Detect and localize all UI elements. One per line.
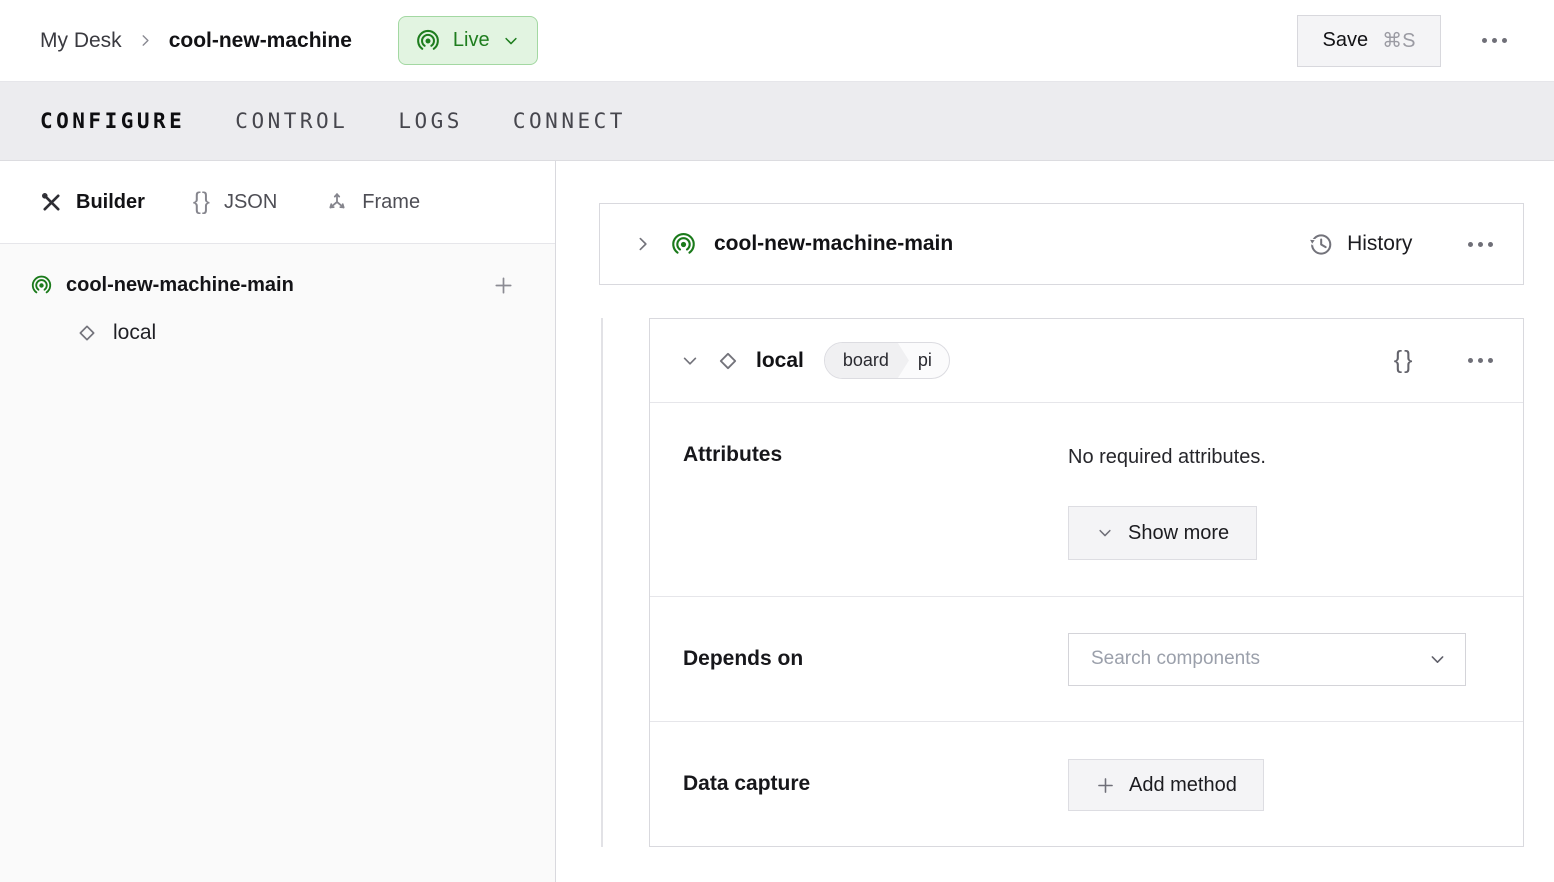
frame-axes-icon (325, 190, 349, 214)
broadcast-icon (30, 274, 53, 297)
tab-connect[interactable]: CONNECT (513, 109, 626, 133)
chevron-down-icon (502, 32, 520, 50)
machine-card-menu-icon[interactable] (1465, 242, 1496, 247)
expand-chevron-icon[interactable] (633, 234, 653, 254)
machine-status-dropdown[interactable]: Live (398, 16, 538, 65)
tree-root-label: cool-new-machine-main (66, 274, 294, 297)
configure-main-panel: cool-new-machine-main History (556, 161, 1554, 882)
data-capture-label: Data capture (683, 772, 1068, 796)
tree-connector-line (601, 318, 603, 847)
badge-model: pi (909, 343, 949, 378)
tab-control[interactable]: CONTROL (235, 109, 348, 133)
mode-json-label: JSON (224, 191, 277, 214)
chevron-down-icon (1096, 524, 1114, 542)
add-method-button[interactable]: Add method (1068, 759, 1264, 811)
mode-frame[interactable]: Frame (325, 190, 420, 214)
tree-item-machine-main[interactable]: cool-new-machine-main (30, 274, 515, 297)
add-method-label: Add method (1129, 774, 1237, 797)
configure-sidebar: Builder {} JSON Frame cool-new-machine-m… (0, 161, 556, 882)
broadcast-icon (415, 28, 441, 54)
component-title: local (756, 349, 804, 373)
diamond-icon (715, 348, 741, 374)
plus-icon (1095, 775, 1116, 796)
component-tree: cool-new-machine-main local (0, 244, 555, 345)
collapse-chevron-icon[interactable] (680, 351, 700, 371)
tree-child-label: local (113, 321, 156, 345)
save-button[interactable]: Save ⌘S (1297, 15, 1442, 67)
component-json-icon[interactable]: {} (1394, 346, 1415, 375)
attributes-empty-text: No required attributes. (1068, 445, 1266, 469)
component-card-menu-icon[interactable] (1465, 358, 1496, 363)
breadcrumb-parent-link[interactable]: My Desk (40, 29, 122, 53)
depends-on-label: Depends on (683, 647, 1068, 671)
mode-frame-label: Frame (362, 191, 420, 214)
content-area: Builder {} JSON Frame cool-new-machine-m… (0, 161, 1554, 882)
save-button-label: Save (1323, 29, 1369, 52)
component-type-badge: board pi (824, 342, 950, 379)
breadcrumb-current: cool-new-machine (169, 29, 352, 53)
depends-on-select[interactable] (1068, 633, 1466, 686)
history-clock-icon (1307, 231, 1334, 258)
status-label: Live (453, 29, 490, 52)
component-card-header: local board pi {} (650, 319, 1523, 403)
tab-logs[interactable]: LOGS (398, 109, 463, 133)
main-tab-bar: CONFIGURE CONTROL LOGS CONNECT (0, 82, 1554, 161)
show-more-button[interactable]: Show more (1068, 506, 1257, 560)
json-braces-icon: {} (193, 190, 211, 214)
attributes-label: Attributes (683, 443, 1068, 596)
breadcrumb-chevron-icon (137, 32, 154, 49)
top-header: My Desk cool-new-machine Live Save ⌘S (0, 0, 1554, 82)
search-components-input[interactable] (1089, 647, 1428, 671)
tree-item-local[interactable]: local (75, 321, 515, 345)
component-section: local board pi {} Attributes No required… (599, 318, 1524, 847)
broadcast-icon (670, 231, 697, 258)
show-more-label: Show more (1128, 522, 1229, 545)
breadcrumb: My Desk cool-new-machine (40, 29, 352, 53)
machine-part-title: cool-new-machine-main (714, 232, 953, 256)
depends-on-section: Depends on (650, 597, 1523, 722)
mode-builder-label: Builder (76, 191, 145, 214)
header-overflow-menu-icon[interactable] (1479, 38, 1510, 43)
mode-json[interactable]: {} JSON (193, 190, 277, 214)
attributes-section: Attributes No required attributes. Show … (650, 403, 1523, 597)
sidebar-mode-switcher: Builder {} JSON Frame (0, 161, 555, 244)
history-button[interactable]: History (1307, 231, 1412, 258)
tab-configure[interactable]: CONFIGURE (40, 109, 185, 133)
machine-part-card: cool-new-machine-main History (599, 203, 1524, 285)
badge-type: board (825, 343, 909, 378)
builder-tools-icon (40, 191, 63, 214)
component-card-local: local board pi {} Attributes No required… (649, 318, 1524, 847)
mode-builder[interactable]: Builder (40, 191, 145, 214)
chevron-down-icon (1428, 650, 1447, 669)
add-component-icon[interactable] (492, 274, 515, 297)
data-capture-section: Data capture Add method (650, 722, 1523, 846)
save-shortcut-hint: ⌘S (1382, 28, 1415, 53)
diamond-icon (75, 321, 99, 345)
history-label: History (1347, 232, 1412, 256)
